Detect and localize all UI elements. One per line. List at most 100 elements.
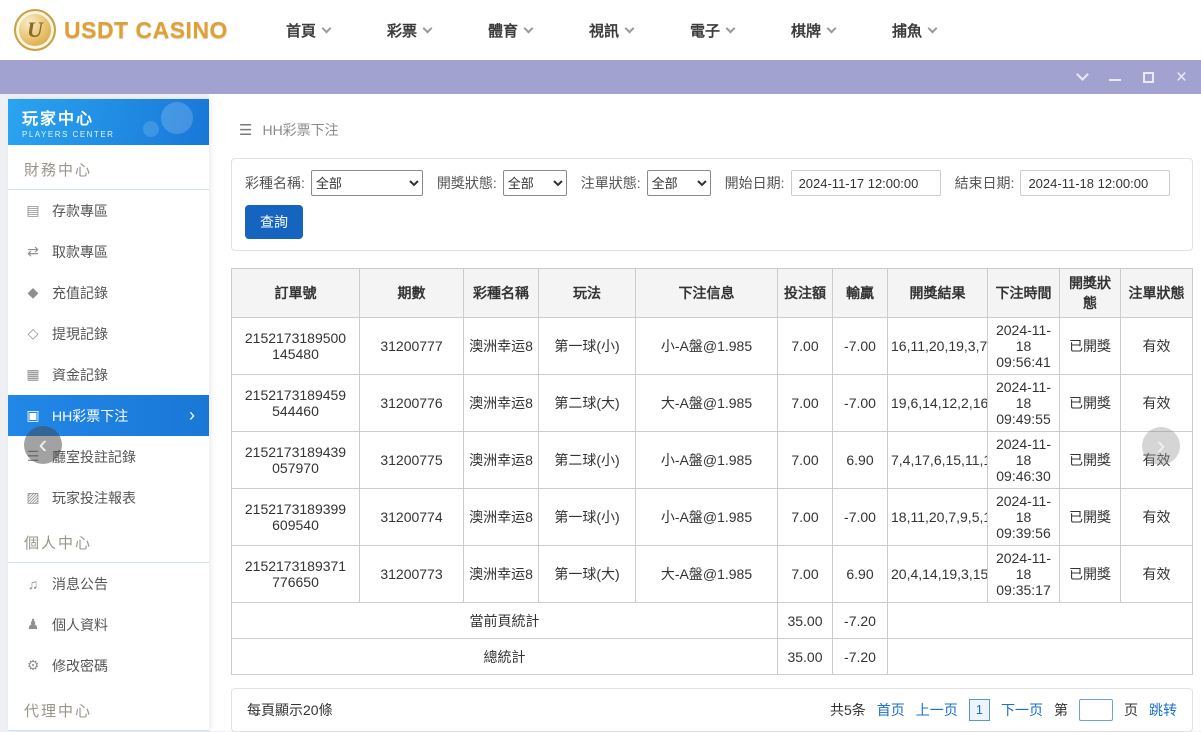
first-page-link[interactable]: 首页 [877, 700, 905, 720]
draw-status-select[interactable]: 全部 [502, 170, 567, 196]
minimize-icon[interactable] [1108, 78, 1121, 81]
chevron-down-icon [725, 23, 736, 33]
menu-item-label: 棋牌 [791, 22, 822, 40]
column-header: 彩種名稱 [463, 268, 539, 318]
sidebar-item-change-password[interactable]: ⚙ 修改密碼 [8, 645, 209, 686]
table-cell: 16,11,20,19,3,7,1,2 [887, 317, 988, 375]
menu-item-電子[interactable]: 電子 [690, 20, 736, 41]
sidebar-item-label: 資金記錄 [52, 366, 108, 383]
chevron-down-icon [422, 23, 433, 33]
sidebar-item-label: 消息公告 [52, 575, 108, 592]
table-cell: 已開獎 [1059, 488, 1121, 546]
table-cell: 7.00 [777, 545, 833, 603]
summary-winloss-total: -7.20 [832, 638, 888, 675]
close-icon[interactable]: × [1176, 68, 1187, 87]
pagination-controls: 共5条 首页 上一页 1 下一页 第 页 跳转 [829, 698, 1177, 722]
menu-item-label: 視訊 [589, 22, 620, 40]
main-menu: 首頁 彩票 體育 視訊 電子 棋牌 捕魚 [285, 20, 938, 41]
casino-logo[interactable]: U USDT CASINO [14, 9, 228, 51]
start-date-input[interactable] [790, 170, 941, 196]
table-cell: -7.00 [832, 488, 888, 546]
sidebar-item-cashout-records[interactable]: ◇ 提現記錄 [8, 313, 209, 354]
table-cell: 20,4,14,19,3,15,18,7 [887, 545, 988, 603]
table-cell: 有效 [1120, 545, 1193, 603]
filter-actions: 查詢 [245, 205, 1179, 239]
sidebar-item-label: 存款專區 [52, 202, 108, 219]
draw-status-label: 開獎狀態: [436, 175, 497, 191]
table-cell: 第一球(大) [538, 545, 636, 603]
next-page-link[interactable]: 下一页 [1001, 700, 1043, 720]
table-cell: 已開獎 [1059, 545, 1121, 603]
logo-text: USDT CASINO [64, 16, 228, 43]
recharge-icon: ◆ [27, 284, 39, 300]
table-cell: -7.00 [832, 374, 888, 432]
sidebar-item-label: 廳室投註記錄 [52, 448, 136, 465]
jump-page-input[interactable] [1079, 699, 1113, 721]
filter-row: 彩種名稱: 全部 開獎狀態: 全部 注單狀態: 全部 開始日期: 結束日期: [245, 170, 1179, 196]
table-cell: 7.00 [777, 374, 833, 432]
sidebar-item-withdraw[interactable]: ⇄ 取款專區 [8, 231, 209, 272]
sidebar-item-recharge-records[interactable]: ◆ 充值記錄 [8, 272, 209, 313]
maximize-icon[interactable] [1142, 71, 1154, 83]
table-cell: 2152173189500145480 [231, 317, 360, 375]
menu-item-體育[interactable]: 體育 [488, 20, 534, 41]
total-count: 共5条 [829, 702, 866, 718]
table-cell: 小-A盤@1.985 [635, 488, 778, 546]
table-body: 2152173189500145480 31200777 澳洲幸运8 第一球(小) 小-… [231, 317, 1193, 675]
table-cell: 7.00 [777, 488, 833, 546]
sidebar-item-player-bet-report[interactable]: ▨ 玩家投注報表 [8, 477, 209, 518]
menu-item-label: 捕魚 [892, 22, 923, 40]
summary-label: 當前頁統計 [231, 602, 778, 639]
sidebar-item-deposit[interactable]: ▤ 存款專區 [8, 190, 209, 231]
table-cell: 澳洲幸运8 [463, 545, 539, 603]
menu-item-label: 首頁 [285, 22, 316, 40]
chevron-down-icon[interactable] [1076, 68, 1089, 81]
table-cell: 已開獎 [1059, 374, 1121, 432]
table-cell: 31200775 [359, 431, 464, 489]
table-cell: 第一球(小) [538, 317, 636, 375]
withdraw-icon: ⇄ [27, 243, 39, 259]
sidebar-section-title: 代理中心 [8, 686, 209, 731]
sidebar-item-fund-records[interactable]: ▦ 資金記錄 [8, 354, 209, 395]
table-cell: 澳洲幸运8 [463, 431, 539, 489]
current-page: 1 [968, 698, 990, 722]
order-status-select[interactable]: 全部 [646, 170, 711, 196]
logo-icon: U [14, 9, 56, 51]
menu-item-捕魚[interactable]: 捕魚 [892, 20, 938, 41]
menu-item-首頁[interactable]: 首頁 [285, 20, 332, 41]
menu-item-視訊[interactable]: 視訊 [589, 20, 635, 41]
column-header: 訂單號 [231, 268, 360, 318]
person-icon: ♟ [26, 616, 40, 632]
chevron-down-icon [321, 23, 332, 33]
carousel-left-button[interactable]: ‹ [24, 426, 62, 464]
end-date-input[interactable] [1020, 170, 1171, 196]
table-row: 2152173189371776650 31200773 澳洲幸运8 第一球(大) 大-… [231, 545, 1193, 603]
carousel-right-button[interactable]: › [1142, 427, 1180, 465]
table-cell: 第二球(小) [538, 431, 636, 489]
table-cell: 6.90 [832, 431, 888, 489]
summary-row: 當前頁統計 35.00 -7.20 [231, 602, 1193, 639]
sidebar-item-profile[interactable]: ♟ 個人資料 [8, 604, 209, 645]
sidebar-item-announcements[interactable]: ♫ 消息公告 [8, 563, 209, 604]
menu-item-棋牌[interactable]: 棋牌 [791, 20, 837, 41]
table-cell: 31200774 [359, 488, 464, 546]
hamburger-menu-icon[interactable]: ☰ [239, 121, 252, 139]
menu-item-彩票[interactable]: 彩票 [387, 20, 433, 41]
sidebar-item-label: 修改密碼 [52, 657, 108, 674]
prev-page-link[interactable]: 上一页 [916, 700, 958, 720]
table-cell: 第一球(小) [538, 488, 636, 546]
table-header-row: 訂單號 期數 彩種名稱 玩法 下注信息 投注額 輸贏 開獎結果 下注時間 開獎狀態 注單狀態 [231, 268, 1193, 318]
deposit-icon: ▤ [26, 202, 40, 218]
table-cell: 31200777 [359, 317, 464, 375]
content-area: ☰ HH彩票下注 彩種名稱: 全部 開獎狀態: 全部 注單狀態: 全部 開始日期… [209, 94, 1201, 732]
jump-button[interactable]: 跳转 [1149, 700, 1177, 720]
table-cell: 6.90 [832, 545, 888, 603]
lottery-select[interactable]: 全部 [310, 170, 423, 196]
query-button[interactable]: 查詢 [245, 205, 303, 239]
sidebar-item-label: 玩家投注報表 [52, 489, 136, 506]
table-cell: 2024-11-18 09:49:55 [987, 374, 1060, 432]
menu-item-label: 電子 [690, 22, 721, 40]
chevron-down-icon [624, 23, 635, 33]
report-icon: ▨ [26, 489, 40, 505]
column-header: 開獎結果 [887, 268, 988, 318]
